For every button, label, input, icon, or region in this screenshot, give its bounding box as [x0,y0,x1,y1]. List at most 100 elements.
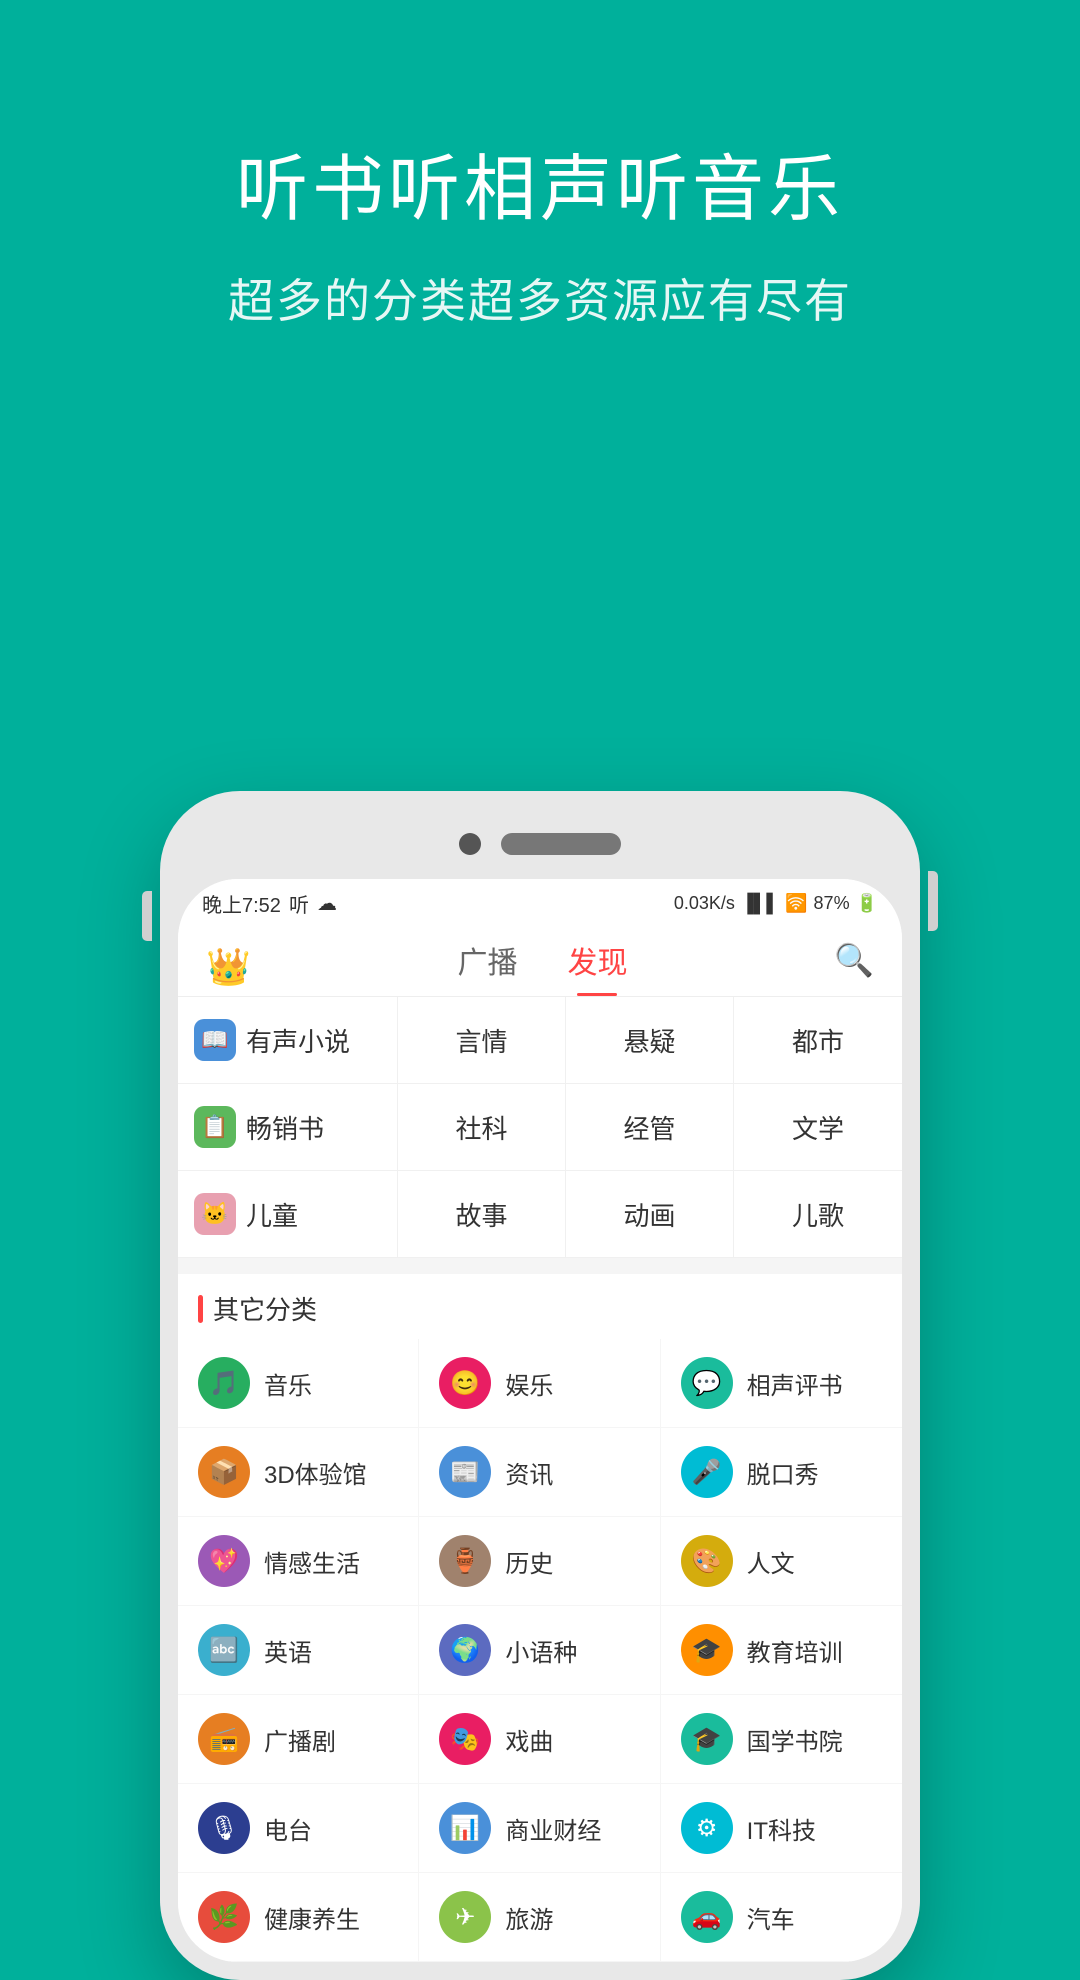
radio-label: 电台 [264,1811,312,1846]
section-header-bar [198,1295,203,1323]
radio-drama-icon: 📻 [198,1713,250,1765]
status-bar: 晚上7:52 听 ☁ 0.03K/s ▐▌▌ 🛜 87% 🔋 [178,879,902,924]
other-item-entertainment[interactable]: 😊 娱乐 [419,1339,660,1428]
tab-discover[interactable]: 发现 [567,938,627,996]
radio-icon: 🎙 [198,1802,250,1854]
phone-side-button-left [142,891,152,941]
opera-icon: 🎭 [439,1713,491,1765]
audiobook-icon: 📖 [194,1019,236,1061]
phone-side-button-right [928,871,938,931]
sub-business[interactable]: 经管 [566,1084,734,1170]
education-icon: 🎓 [681,1624,733,1676]
other-item-tech[interactable]: ⚙ IT科技 [661,1784,902,1873]
status-battery-icon: 🔋 [856,893,878,914]
news-label: 资讯 [505,1455,553,1490]
other-item-english[interactable]: 🔤 英语 [178,1606,419,1695]
news-icon: 📰 [439,1446,491,1498]
health-icon: 🌿 [198,1891,250,1943]
phone-speaker [501,833,621,855]
travel-icon: ✈ [439,1891,491,1943]
status-signal: ▐▌▌ [741,893,779,914]
other-item-humanities[interactable]: 🎨 人文 [661,1517,902,1606]
status-left: 晚上7:52 听 ☁ [202,889,337,918]
other-item-health[interactable]: 🌿 健康养生 [178,1873,419,1962]
finance-icon: 📊 [439,1802,491,1854]
other-item-languages[interactable]: 🌍 小语种 [419,1606,660,1695]
category-row-bestseller: 📋 畅销书 社科 经管 文学 [178,1084,902,1171]
languages-icon: 🌍 [439,1624,491,1676]
other-item-finance[interactable]: 📊 商业财经 [419,1784,660,1873]
other-items-grid: 🎵 音乐 😊 娱乐 💬 相声评书 [178,1339,902,1962]
emotion-icon: 💖 [198,1535,250,1587]
other-item-radio[interactable]: 🎙 电台 [178,1784,419,1873]
crosstalk-icon: 💬 [681,1357,733,1409]
other-item-travel[interactable]: ✈ 旅游 [419,1873,660,1962]
entertainment-label: 娱乐 [505,1366,553,1401]
sub-nursery[interactable]: 儿歌 [734,1171,902,1257]
talkshow-icon: 🎤 [681,1446,733,1498]
classics-label: 国学书院 [747,1722,843,1757]
crosstalk-label: 相声评书 [747,1366,843,1401]
radio-drama-label: 广播剧 [264,1722,336,1757]
other-item-radio-drama[interactable]: 📻 广播剧 [178,1695,419,1784]
other-section: 其它分类 🎵 音乐 😊 娱乐 [178,1274,902,1962]
other-item-music[interactable]: 🎵 音乐 [178,1339,419,1428]
hero-subtitle: 超多的分类超多资源应有尽有 [0,265,1080,331]
history-label: 历史 [505,1544,553,1579]
phone-screen: 晚上7:52 听 ☁ 0.03K/s ▐▌▌ 🛜 87% 🔋 👑 广播 发现 [178,879,902,1962]
status-time: 晚上7:52 [202,889,281,918]
category-row-audiobook: 📖 有声小说 言情 悬疑 都市 [178,997,902,1084]
other-item-3d[interactable]: 📦 3D体验馆 [178,1428,419,1517]
app-header: 👑 广播 发现 🔍 [178,924,902,997]
content-area: 📖 有声小说 言情 悬疑 都市 📋 畅销书 社科 [178,997,902,1962]
status-app-icon: 听 [289,889,309,918]
finance-label: 商业财经 [505,1811,601,1846]
section-header: 其它分类 [178,1274,902,1339]
other-item-classics[interactable]: 🎓 国学书院 [661,1695,902,1784]
phone-top-bar [178,809,902,879]
other-item-news[interactable]: 📰 资讯 [419,1428,660,1517]
bestseller-label: 畅销书 [246,1109,324,1146]
sub-romance[interactable]: 言情 [398,997,566,1083]
sub-mystery[interactable]: 悬疑 [566,997,734,1083]
category-children[interactable]: 🐱 儿童 [178,1171,398,1257]
humanities-label: 人文 [747,1544,795,1579]
music-label: 音乐 [264,1366,312,1401]
sub-literature[interactable]: 文学 [734,1084,902,1170]
other-item-opera[interactable]: 🎭 戏曲 [419,1695,660,1784]
crown-icon[interactable]: 👑 [206,946,251,988]
other-item-emotion[interactable]: 💖 情感生活 [178,1517,419,1606]
sub-social[interactable]: 社科 [398,1084,566,1170]
history-icon: 🏺 [439,1535,491,1587]
status-right: 0.03K/s ▐▌▌ 🛜 87% 🔋 [674,893,878,914]
sub-urban[interactable]: 都市 [734,997,902,1083]
sub-story[interactable]: 故事 [398,1171,566,1257]
category-audiobook[interactable]: 📖 有声小说 [178,997,398,1083]
status-network: 0.03K/s [674,893,735,914]
category-grid: 📖 有声小说 言情 悬疑 都市 📋 畅销书 社科 [178,997,902,1258]
classics-icon: 🎓 [681,1713,733,1765]
english-label: 英语 [264,1633,312,1668]
phone-frame: 晚上7:52 听 ☁ 0.03K/s ▐▌▌ 🛜 87% 🔋 👑 广播 发现 [160,791,920,1980]
other-item-crosstalk[interactable]: 💬 相声评书 [661,1339,902,1428]
tech-label: IT科技 [747,1811,816,1846]
other-item-auto[interactable]: 🚗 汽车 [661,1873,902,1962]
travel-label: 旅游 [505,1900,553,1935]
other-item-education[interactable]: 🎓 教育培训 [661,1606,902,1695]
talkshow-label: 脱口秀 [747,1455,819,1490]
emotion-label: 情感生活 [264,1544,360,1579]
music-icon: 🎵 [198,1357,250,1409]
other-item-history[interactable]: 🏺 历史 [419,1517,660,1606]
category-bestseller[interactable]: 📋 畅销书 [178,1084,398,1170]
phone-camera [459,833,481,855]
category-row-children: 🐱 儿童 故事 动画 儿歌 [178,1171,902,1258]
search-icon[interactable]: 🔍 [834,941,874,993]
status-cloud: ☁ [317,891,337,916]
bestseller-icon: 📋 [194,1106,236,1148]
auto-label: 汽车 [747,1900,795,1935]
3d-icon: 📦 [198,1446,250,1498]
hero-title: 听书听相声听音乐 [0,130,1080,235]
sub-animation[interactable]: 动画 [566,1171,734,1257]
other-item-talkshow[interactable]: 🎤 脱口秀 [661,1428,902,1517]
tab-broadcast[interactable]: 广播 [457,938,517,996]
